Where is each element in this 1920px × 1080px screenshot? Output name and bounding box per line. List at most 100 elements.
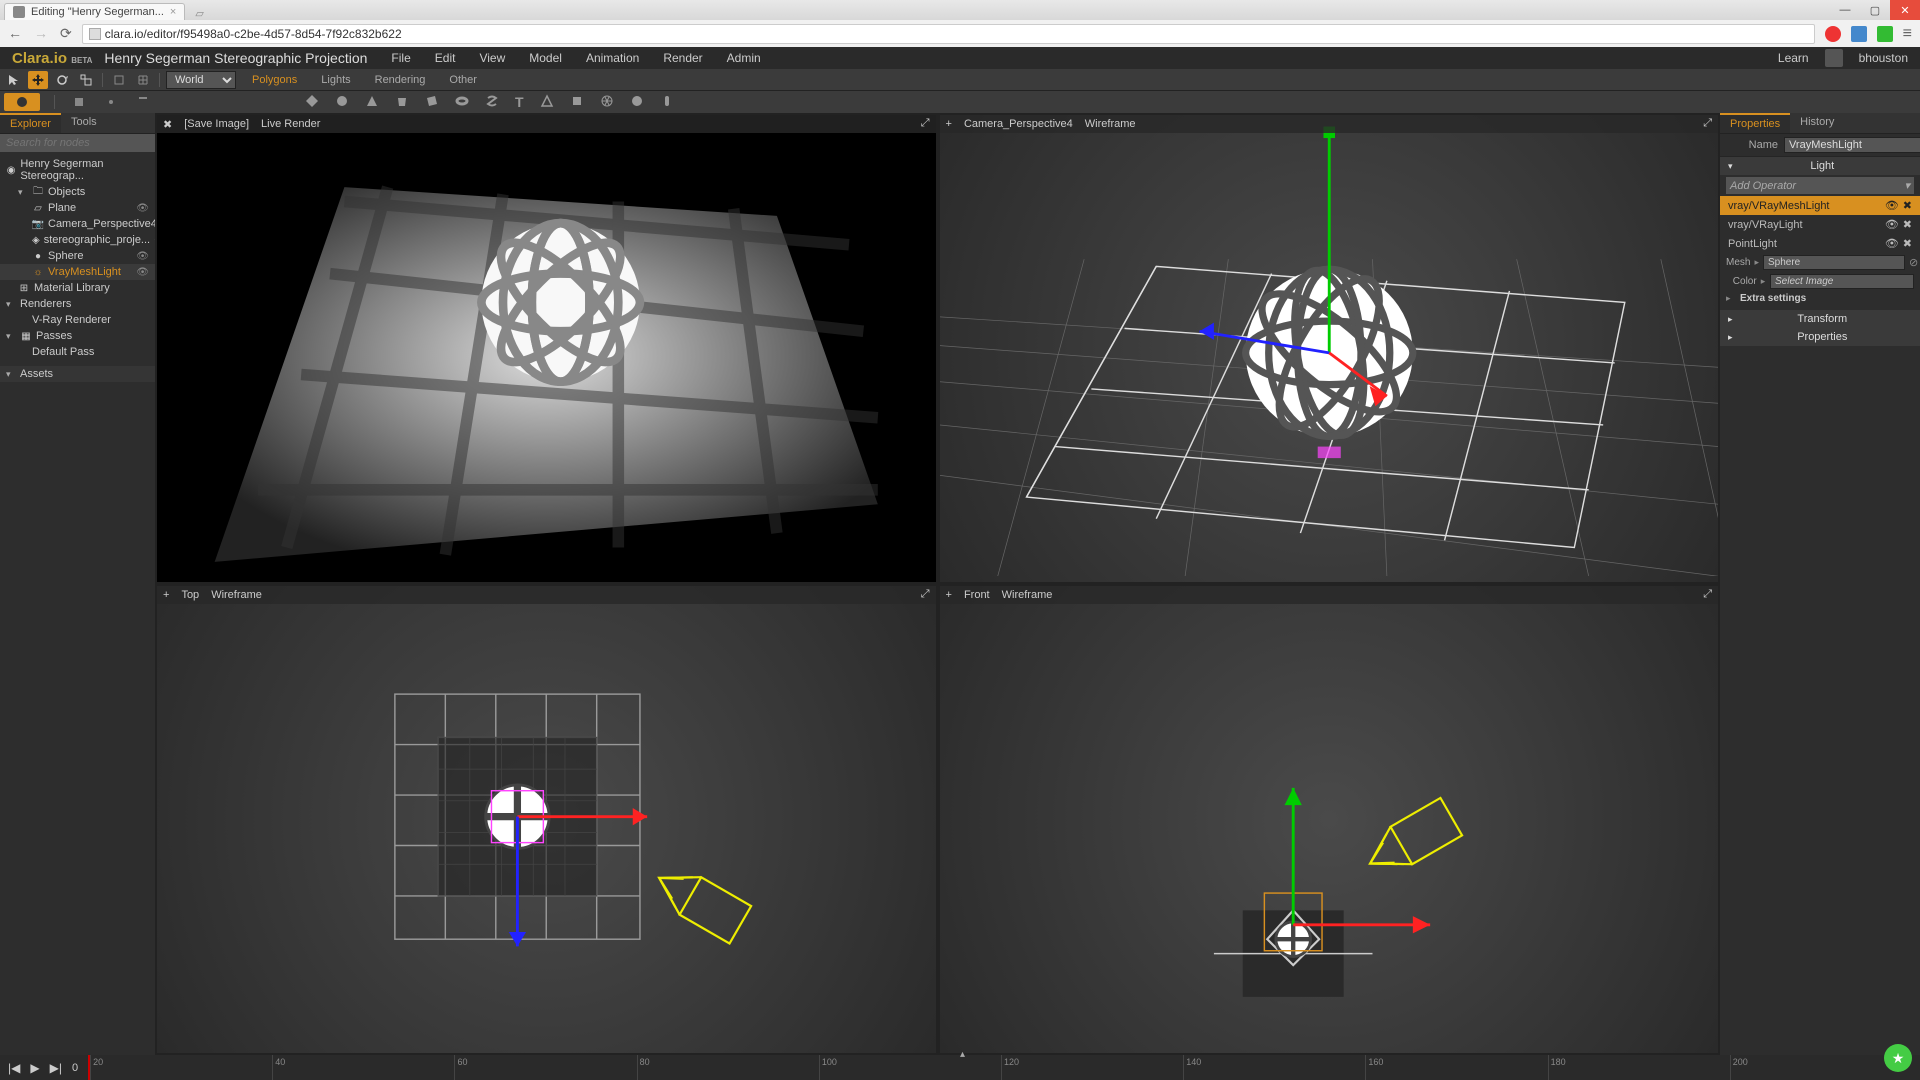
tree-item-camera[interactable]: 📷 Camera_Perspective4 👁 [0, 216, 155, 232]
diamond-primitive-icon[interactable] [305, 94, 319, 110]
viewport-mode-select[interactable]: Wireframe [1002, 589, 1053, 601]
viewport-camera-select[interactable]: Camera_Perspective4 [964, 118, 1073, 130]
cone-primitive-icon[interactable] [365, 94, 379, 110]
icosphere-primitive-icon[interactable] [600, 94, 614, 110]
name-input[interactable] [1784, 137, 1920, 153]
delete-icon[interactable]: ✖ [1903, 237, 1912, 250]
viewport-perspective[interactable]: + Camera_Perspective4 Wireframe ⤢ [940, 115, 1719, 582]
torus-primitive-icon[interactable] [455, 94, 469, 110]
viewport-front[interactable]: + Front Wireframe ⤢ [940, 586, 1719, 1053]
grid-tool[interactable] [133, 71, 153, 89]
app-logo[interactable]: Clara.io BETA [12, 50, 92, 67]
material-library[interactable]: ⊞ Material Library [0, 280, 155, 296]
text-primitive-icon[interactable]: T [515, 94, 524, 110]
tree-item-light[interactable]: ☼ VrayMeshLight 👁 [0, 264, 155, 280]
color-select[interactable] [1770, 274, 1914, 289]
cube-primitive-icon[interactable] [570, 94, 584, 110]
visibility-icon[interactable]: 👁 [136, 203, 149, 214]
clear-icon[interactable]: ⊘ [1909, 256, 1918, 269]
tab-properties[interactable]: Properties [1720, 113, 1790, 133]
window-maximize-button[interactable]: ▢ [1860, 0, 1890, 20]
viewport-render[interactable]: ✖ [Save Image] Live Render ⤢ [157, 115, 936, 582]
viewport-add-icon[interactable]: + [946, 118, 952, 130]
live-render-button[interactable]: Live Render [261, 118, 320, 130]
snap-tool[interactable] [109, 71, 129, 89]
menu-animation[interactable]: Animation [586, 51, 639, 65]
timeline-track[interactable]: 20406080100120140160180200 [88, 1055, 1912, 1080]
save-image-button[interactable]: [Save Image] [184, 118, 249, 130]
renderers-folder[interactable]: ▾ Renderers [0, 296, 155, 312]
timeline-drag-handle[interactable]: ▴ [960, 1049, 965, 1060]
menu-render[interactable]: Render [663, 51, 702, 65]
collapse-icon[interactable]: ▾ [18, 187, 28, 198]
sphere-primitive-icon[interactable] [335, 94, 349, 110]
transform-section-header[interactable]: ▸ Transform [1720, 310, 1920, 328]
light-section-header[interactable]: ▾ Light [1720, 157, 1920, 175]
viewport-add-icon[interactable]: + [163, 589, 169, 601]
tab-tools[interactable]: Tools [61, 113, 107, 133]
viewport-close-icon[interactable]: ✖ [163, 118, 172, 131]
current-frame[interactable]: 0 [72, 1062, 78, 1074]
visibility-icon[interactable]: 👁 [1885, 218, 1899, 231]
subtool-other[interactable]: Other [445, 72, 481, 88]
knot-primitive-icon[interactable] [485, 94, 499, 110]
tree-item-renderer[interactable]: V-Ray Renderer [0, 312, 155, 328]
tab-history[interactable]: History [1790, 113, 1844, 133]
expand-icon[interactable]: ⤢ [921, 588, 930, 601]
collapse-icon[interactable]: ▾ [6, 331, 16, 342]
go-to-end-button[interactable]: ▶| [50, 1061, 62, 1075]
plane-primitive-icon[interactable] [425, 94, 439, 110]
go-to-start-button[interactable]: |◀ [8, 1061, 20, 1075]
browser-tab[interactable]: Editing "Henry Segerman... × [4, 3, 185, 20]
tree-item-sphere[interactable]: ● Sphere 👁 [0, 248, 155, 264]
tab-close-icon[interactable]: × [170, 6, 176, 18]
viewport-mode-select[interactable]: Wireframe [211, 589, 262, 601]
scene-root[interactable]: ◉ Henry Segerman Stereograp... [0, 156, 155, 184]
expand-icon[interactable]: ⤢ [1703, 588, 1712, 601]
visibility-icon[interactable]: 👁 [1885, 199, 1899, 212]
subtool-polygons[interactable]: Polygons [248, 72, 301, 88]
reload-button[interactable]: ⟳ [60, 25, 72, 42]
visibility-icon[interactable]: 👁 [136, 251, 149, 262]
tree-item-pass[interactable]: Default Pass [0, 344, 155, 360]
visibility-icon[interactable]: 👁 [136, 267, 149, 278]
expand-icon[interactable]: ⤢ [921, 117, 930, 130]
properties-section-header[interactable]: ▸ Properties [1720, 328, 1920, 346]
new-tab-button[interactable]: ▱ [189, 7, 209, 20]
operator-item[interactable]: PointLight 👁✖ [1720, 234, 1920, 253]
user-avatar[interactable] [1825, 49, 1843, 67]
cup-primitive-icon[interactable] [395, 94, 409, 110]
coordinate-space-select[interactable]: World [166, 71, 236, 89]
assets-folder[interactable]: ▾ Assets [0, 366, 155, 382]
delete-icon[interactable]: ✖ [1903, 218, 1912, 231]
help-fab[interactable]: ★ [1884, 1044, 1912, 1072]
viewport-camera-select[interactable]: Top [181, 589, 199, 601]
pyramid-primitive-icon[interactable] [540, 94, 554, 110]
expand-icon[interactable]: ⤢ [1703, 117, 1712, 130]
edit-mode-button[interactable] [101, 93, 121, 111]
learn-link[interactable]: Learn [1778, 51, 1809, 65]
chevron-right-icon[interactable]: ▸ [1761, 276, 1766, 287]
scale-tool[interactable] [76, 71, 96, 89]
extension-icon[interactable] [1825, 26, 1841, 42]
edit-mode-button[interactable] [69, 93, 89, 111]
extension-icon[interactable] [1877, 26, 1893, 42]
add-operator-input[interactable]: Add Operator ▾ [1726, 177, 1914, 194]
subtool-lights[interactable]: Lights [317, 72, 354, 88]
menu-model[interactable]: Model [529, 51, 562, 65]
rotate-tool[interactable] [52, 71, 72, 89]
menu-file[interactable]: File [391, 51, 410, 65]
collapse-icon[interactable]: ▾ [6, 369, 16, 380]
window-close-button[interactable]: ✕ [1890, 0, 1920, 20]
menu-admin[interactable]: Admin [727, 51, 761, 65]
extra-settings-toggle[interactable]: ▸ Extra settings [1720, 291, 1920, 306]
forward-button[interactable]: → [34, 25, 48, 42]
operator-item[interactable]: vray/VRayLight 👁✖ [1720, 215, 1920, 234]
operator-item[interactable]: vray/VRayMeshLight 👁✖ [1720, 196, 1920, 215]
collapse-icon[interactable]: ▾ [6, 299, 16, 310]
tree-item-mesh[interactable]: ◈ stereographic_proje... 👁 [0, 232, 155, 248]
circle-primitive-icon[interactable] [630, 94, 644, 110]
play-button[interactable]: ▶ [30, 1061, 39, 1075]
menu-view[interactable]: View [479, 51, 505, 65]
subtool-rendering[interactable]: Rendering [371, 72, 430, 88]
